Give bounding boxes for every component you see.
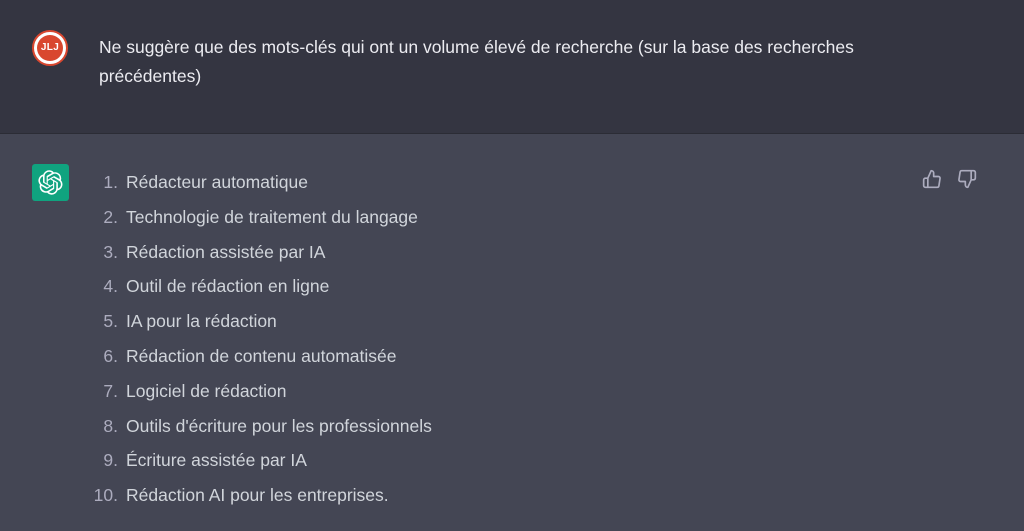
keyword-list: 1. Rédacteur automatique 2. Technologie de… — [80, 170, 432, 518]
user-message-text: Ne suggère que des mots-clés qui ont un … — [99, 37, 854, 86]
list-item-number: 5. — [103, 311, 118, 332]
list-item-number: 3. — [103, 241, 118, 262]
list-item-number: 6. — [103, 345, 118, 366]
user-message-row: JLJ Ne suggère que des mots-clés qui ont… — [0, 0, 1024, 134]
list-item-number: 4. — [103, 276, 118, 297]
list-item-number: 2. — [103, 206, 118, 227]
list-item-text: Rédaction de contenu automatisée — [126, 345, 397, 366]
list-item: 8. Outils d'écriture pour les professionn… — [80, 414, 432, 449]
list-item-number: 8. — [103, 415, 118, 436]
list-item: 9. Écriture assistée par IA — [80, 448, 432, 483]
list-item-number: 7. — [103, 380, 118, 401]
thumbs-down-icon — [958, 169, 977, 189]
list-item-text: IA pour la rédaction — [126, 311, 277, 332]
list-item-number: 9. — [103, 450, 118, 471]
list-item-text: Écriture assistée par IA — [126, 450, 307, 471]
list-item-text: Rédaction assistée par IA — [126, 241, 326, 262]
list-item-text: Rédaction AI pour les entreprises. — [126, 485, 389, 506]
thumbs-down-button[interactable] — [957, 169, 979, 191]
list-item: 5. IA pour la rédaction — [80, 309, 432, 344]
list-item: 3. Rédaction assistée par IA — [80, 240, 432, 275]
list-item: 2. Technologie de traitement du langage — [80, 205, 432, 240]
thumbs-up-icon — [922, 169, 941, 189]
list-item-text: Logiciel de rédaction — [126, 380, 287, 401]
thumbs-up-button[interactable] — [922, 169, 944, 191]
list-item: 1. Rédacteur automatique — [80, 170, 432, 205]
list-item-number: 10. — [93, 485, 118, 506]
list-item-text: Rédacteur automatique — [126, 172, 308, 192]
list-item: 4. Outil de rédaction en ligne — [80, 274, 432, 309]
openai-logo-icon — [38, 170, 63, 195]
list-item: 10. Rédaction AI pour les entreprises. — [80, 483, 432, 518]
assistant-message-row: 1. Rédacteur automatique 2. Technologie de… — [0, 134, 1024, 531]
list-item-text: Technologie de traitement du langage — [126, 206, 418, 227]
assistant-avatar — [32, 164, 69, 201]
list-item-number: 1. — [103, 172, 118, 192]
user-avatar-initials: JLJ — [37, 35, 63, 61]
list-item-text: Outils d'écriture pour les professionnel… — [126, 415, 432, 436]
list-item: 7. Logiciel de rédaction — [80, 379, 432, 414]
user-avatar: JLJ — [32, 30, 68, 66]
list-item: 6. Rédaction de contenu automatisée — [80, 344, 432, 379]
list-item-text: Outil de rédaction en ligne — [126, 276, 330, 297]
